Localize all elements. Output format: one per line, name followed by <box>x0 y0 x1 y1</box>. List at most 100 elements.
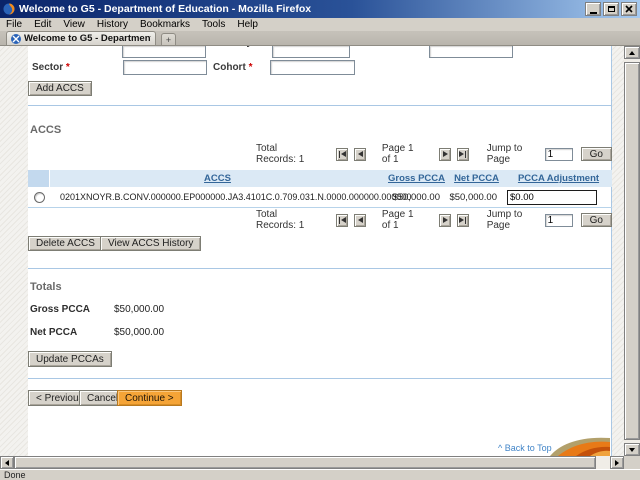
first-page-button[interactable] <box>336 148 348 161</box>
page-content: Fund Control Level Activity CFDA Sector … <box>28 46 612 456</box>
jump-to-page-input[interactable] <box>545 148 573 161</box>
row-radio-button[interactable] <box>34 192 45 203</box>
first-page-arrow-icon <box>341 217 346 223</box>
page-viewport: Fund Control Level Activity CFDA Sector … <box>0 46 624 456</box>
last-page-arrow-icon <box>459 217 464 223</box>
menu-view[interactable]: View <box>57 18 91 31</box>
previous-page-button[interactable] <box>354 214 366 227</box>
menu-bar: File Edit View History Bookmarks Tools H… <box>0 18 640 31</box>
site-favicon-icon <box>11 34 21 44</box>
total-records-label: Total Records: 1 <box>256 209 314 231</box>
pagination-top: Total Records: 1 Page 1 of 1 Jump to Pag… <box>28 146 612 162</box>
cfda-label: CFDA <box>372 46 400 48</box>
back-to-top-link[interactable]: ^ Back to Top <box>498 443 552 453</box>
update-pccas-button[interactable]: Update PCCAs <box>28 351 112 367</box>
first-page-button[interactable] <box>336 214 348 227</box>
net-pcca-total-value: $50,000.00 <box>114 327 164 338</box>
menu-edit[interactable]: Edit <box>28 18 57 31</box>
tab-active[interactable]: Welcome to G5 - Department of Edu... <box>6 31 156 45</box>
page-indicator: Page 1 of 1 <box>382 209 423 231</box>
scroll-left-button[interactable] <box>0 456 14 469</box>
status-text: Done <box>4 470 26 480</box>
footer-swoosh-graphic <box>550 434 610 456</box>
total-records-label: Total Records: 1 <box>256 143 314 165</box>
sector-input[interactable] <box>123 60 207 75</box>
gross-pcca-total-value: $50,000.00 <box>114 304 164 315</box>
last-page-button[interactable] <box>457 214 469 227</box>
jump-to-page-label: Jump to Page <box>487 209 537 231</box>
tab-label: Welcome to G5 - Department of Edu... <box>24 33 151 44</box>
totals-section-heading: Totals <box>30 281 62 293</box>
last-page-button[interactable] <box>457 148 469 161</box>
next-page-icon <box>443 217 448 223</box>
jump-to-page-label: Jump to Page <box>487 143 537 165</box>
pcca-adjustment-column-header[interactable]: PCCA Adjustment <box>505 170 612 187</box>
restore-button[interactable] <box>603 2 619 16</box>
scroll-up-button[interactable] <box>624 46 640 59</box>
tab-bar: Welcome to G5 - Department of Edu... + <box>0 31 640 46</box>
accs-table-header: ACCS Gross PCCA Net PCCA PCCA Adjustment <box>28 170 612 187</box>
sector-label-text: Sector <box>32 62 63 73</box>
menu-help[interactable]: Help <box>231 18 264 31</box>
menu-tools[interactable]: Tools <box>196 18 231 31</box>
delete-accs-button[interactable]: Delete ACCS <box>28 236 103 251</box>
first-page-icon <box>339 151 340 158</box>
title-bar: Welcome to G5 - Department of Education … <box>0 0 640 18</box>
add-accs-button[interactable]: Add ACCS <box>28 81 92 96</box>
menu-file[interactable]: File <box>0 18 28 31</box>
previous-page-icon <box>358 217 363 223</box>
go-button[interactable]: Go <box>581 147 612 161</box>
last-page-arrow-icon <box>459 151 464 157</box>
table-row: 0201XNOYR.B.CONV.000000.EP000000.JA3.410… <box>28 187 612 208</box>
cohort-input[interactable] <box>270 60 355 75</box>
first-page-icon <box>339 217 340 224</box>
page-indicator: Page 1 of 1 <box>382 143 423 165</box>
arrow-down-icon <box>629 448 635 452</box>
minimize-button[interactable] <box>585 2 601 16</box>
scroll-down-button[interactable] <box>624 443 640 456</box>
go-button[interactable]: Go <box>581 213 612 227</box>
window-title: Welcome to G5 - Department of Education … <box>19 3 585 15</box>
view-accs-history-button[interactable]: View ACCS History <box>100 236 201 251</box>
status-bar: Done <box>0 469 640 480</box>
horizontal-scroll-thumb[interactable] <box>14 456 596 469</box>
section-separator <box>28 105 612 106</box>
activity-input[interactable] <box>272 46 350 58</box>
scrollbar-corner <box>624 456 640 469</box>
vertical-scroll-thumb[interactable] <box>624 62 640 440</box>
net-pcca-total-label: Net PCCA <box>30 327 77 338</box>
menu-bookmarks[interactable]: Bookmarks <box>134 18 196 31</box>
vertical-scrollbar[interactable] <box>624 46 640 456</box>
minimize-icon <box>590 12 597 14</box>
close-button[interactable] <box>621 2 637 16</box>
sector-required-marker: * <box>66 62 70 73</box>
accs-column-header[interactable]: ACCS <box>50 170 385 187</box>
sector-label: Sector * <box>32 62 70 73</box>
continue-button[interactable]: Continue > <box>117 390 182 406</box>
accs-code-cell: 0201XNOYR.B.CONV.000000.EP000000.JA3.410… <box>50 187 385 207</box>
gross-pcca-total-label: Gross PCCA <box>30 304 90 315</box>
close-icon <box>625 5 633 13</box>
gross-pcca-column-header[interactable]: Gross PCCA <box>385 170 448 187</box>
previous-page-button[interactable] <box>354 148 366 161</box>
fund-control-level-label: Fund Control Level <box>30 46 121 48</box>
section-separator <box>28 268 612 269</box>
pcca-adjustment-cell <box>505 187 612 207</box>
pagination-bottom: Total Records: 1 Page 1 of 1 Jump to Pag… <box>28 212 612 228</box>
previous-page-icon <box>358 151 363 157</box>
net-pcca-column-header[interactable]: Net PCCA <box>448 170 505 187</box>
fund-control-level-input[interactable] <box>122 46 206 58</box>
accs-section-heading: ACCS <box>30 124 61 136</box>
cfda-input[interactable] <box>429 46 513 58</box>
cohort-label: Cohort * <box>213 62 252 73</box>
new-tab-button[interactable]: + <box>161 33 176 45</box>
select-column-header <box>28 170 50 187</box>
scroll-right-button[interactable] <box>610 456 624 469</box>
horizontal-scrollbar[interactable] <box>0 456 624 469</box>
jump-to-page-input[interactable] <box>545 214 573 227</box>
next-page-button[interactable] <box>439 148 451 161</box>
last-page-icon <box>465 151 466 158</box>
menu-history[interactable]: History <box>91 18 134 31</box>
pcca-adjustment-input[interactable] <box>507 190 597 205</box>
next-page-button[interactable] <box>439 214 451 227</box>
